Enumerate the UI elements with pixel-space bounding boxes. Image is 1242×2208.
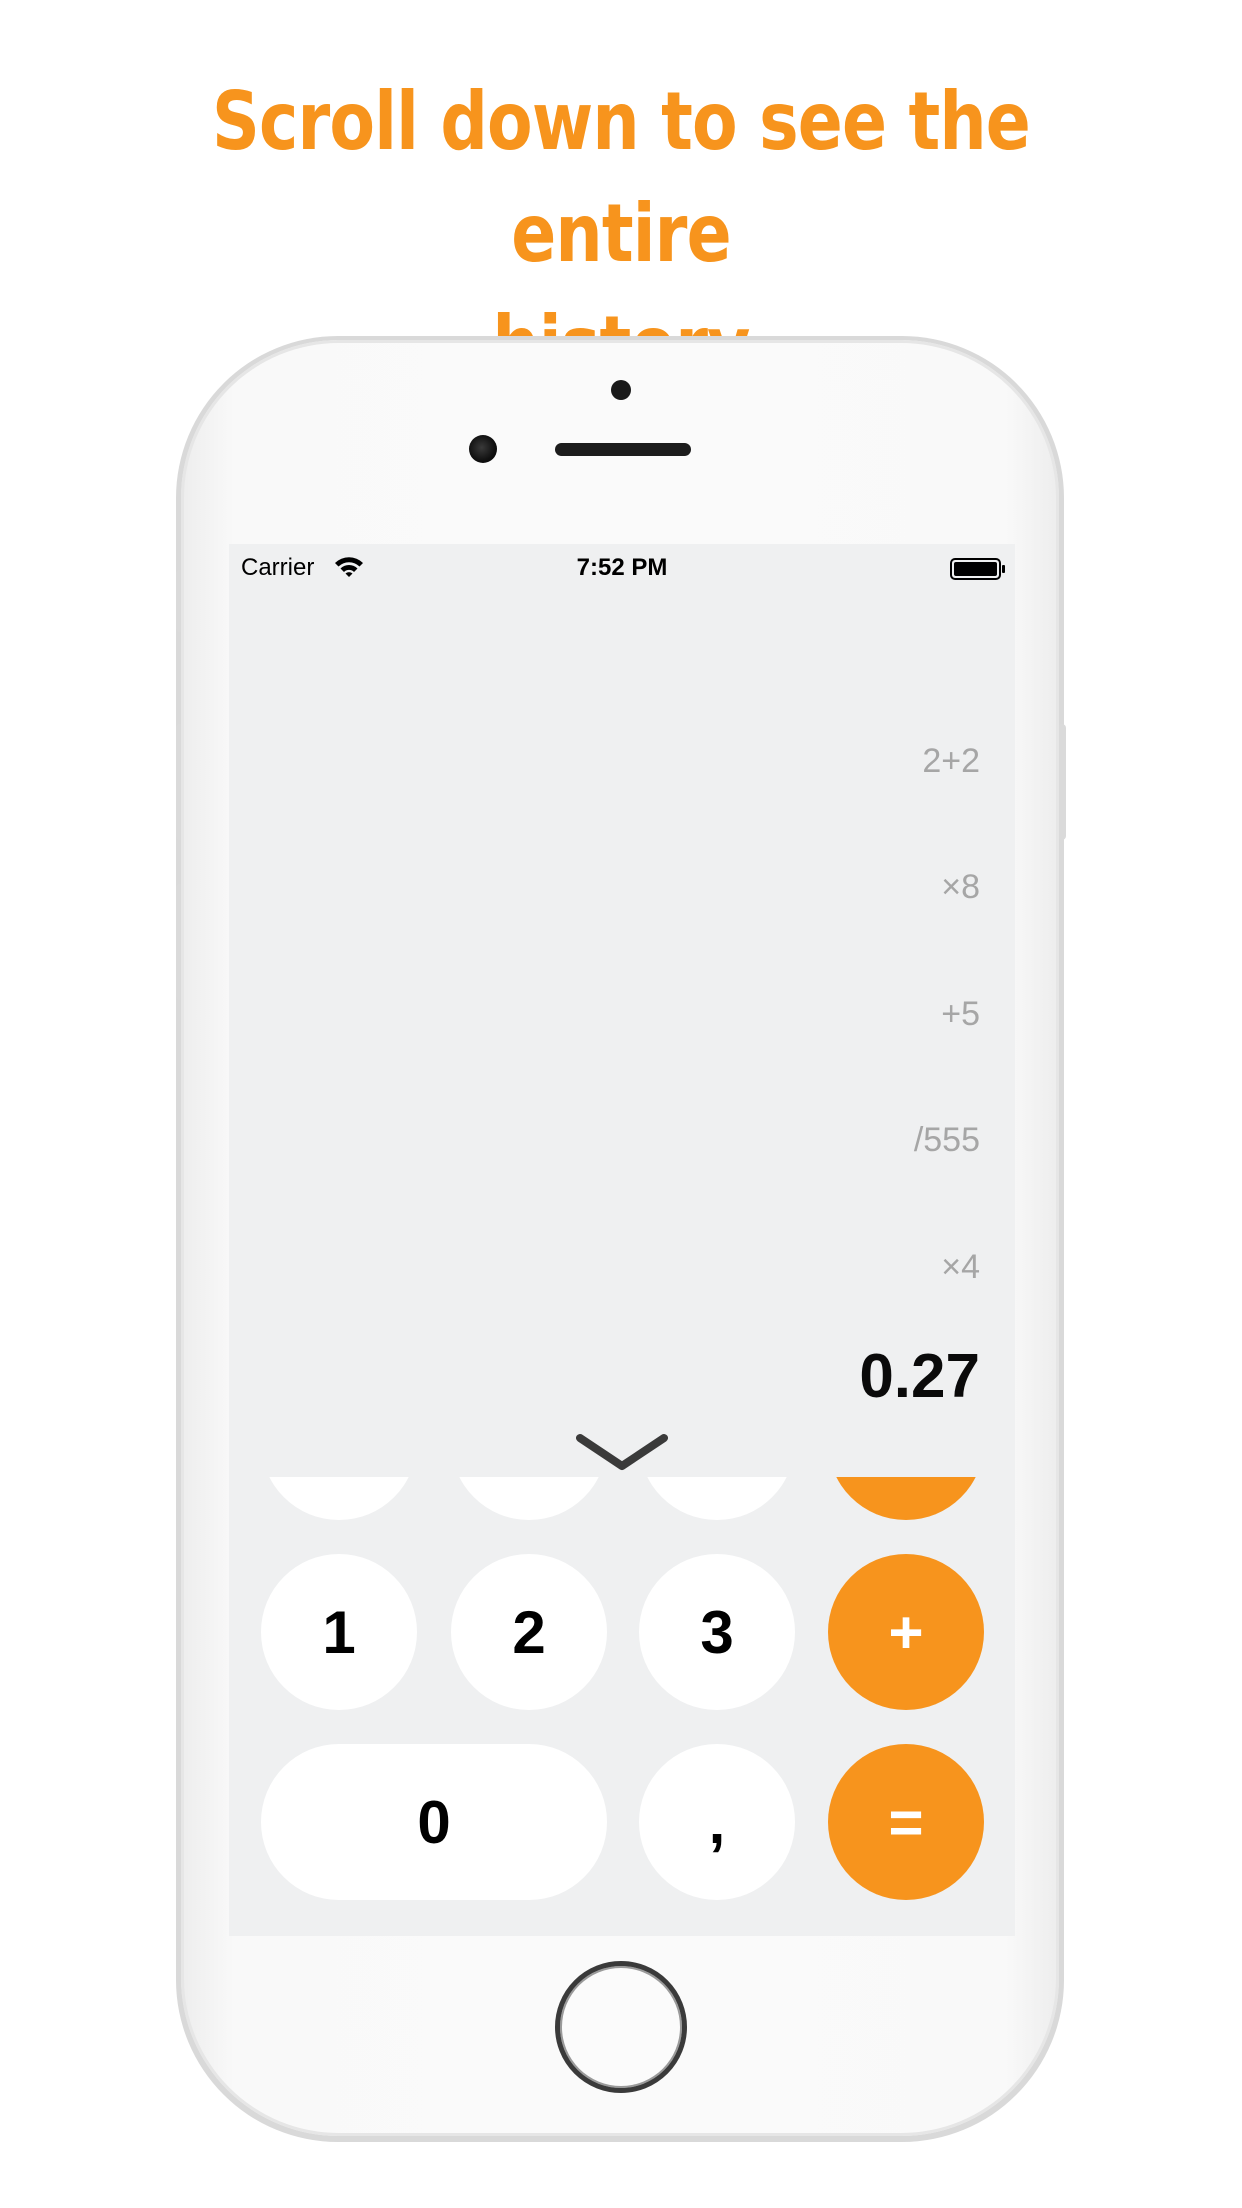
key-0[interactable]: 0 bbox=[261, 1744, 607, 1900]
history-item: /555 bbox=[913, 1121, 980, 1159]
key-decimal-comma[interactable]: , bbox=[639, 1744, 795, 1900]
earpiece-speaker bbox=[555, 443, 691, 456]
keypad: 1 2 3 + 0 , = bbox=[229, 1477, 1015, 1936]
chevron-down-icon[interactable] bbox=[574, 1430, 670, 1478]
history-item: ×4 bbox=[941, 1248, 980, 1286]
key-2[interactable]: 2 bbox=[451, 1554, 607, 1710]
front-camera-icon bbox=[469, 435, 497, 463]
app-screen: Carrier 7:52 PM 2+2 ×8 +5 /555 ×4 0.27 1… bbox=[229, 544, 1015, 1936]
power-button bbox=[1058, 724, 1066, 840]
status-bar: Carrier 7:52 PM bbox=[229, 544, 1015, 588]
history-item: ×8 bbox=[941, 868, 980, 906]
home-button[interactable] bbox=[555, 1961, 687, 2093]
keypad-key[interactable] bbox=[828, 1477, 984, 1520]
key-equals[interactable]: = bbox=[828, 1744, 984, 1900]
key-3[interactable]: 3 bbox=[639, 1554, 795, 1710]
key-1[interactable]: 1 bbox=[261, 1554, 417, 1710]
history-item: +5 bbox=[941, 995, 980, 1033]
key-plus[interactable]: + bbox=[828, 1554, 984, 1710]
proximity-sensor bbox=[611, 380, 631, 400]
result-display: 0.27 bbox=[859, 1342, 980, 1411]
keypad-key[interactable] bbox=[451, 1477, 607, 1520]
status-time: 7:52 PM bbox=[576, 554, 668, 581]
keypad-key[interactable] bbox=[639, 1477, 795, 1520]
battery-icon bbox=[950, 558, 1005, 580]
promo-headline-line-1: Scroll down to see the entire bbox=[211, 75, 1031, 280]
history-item: 2+2 bbox=[922, 742, 980, 780]
keypad-key[interactable] bbox=[261, 1477, 417, 1520]
